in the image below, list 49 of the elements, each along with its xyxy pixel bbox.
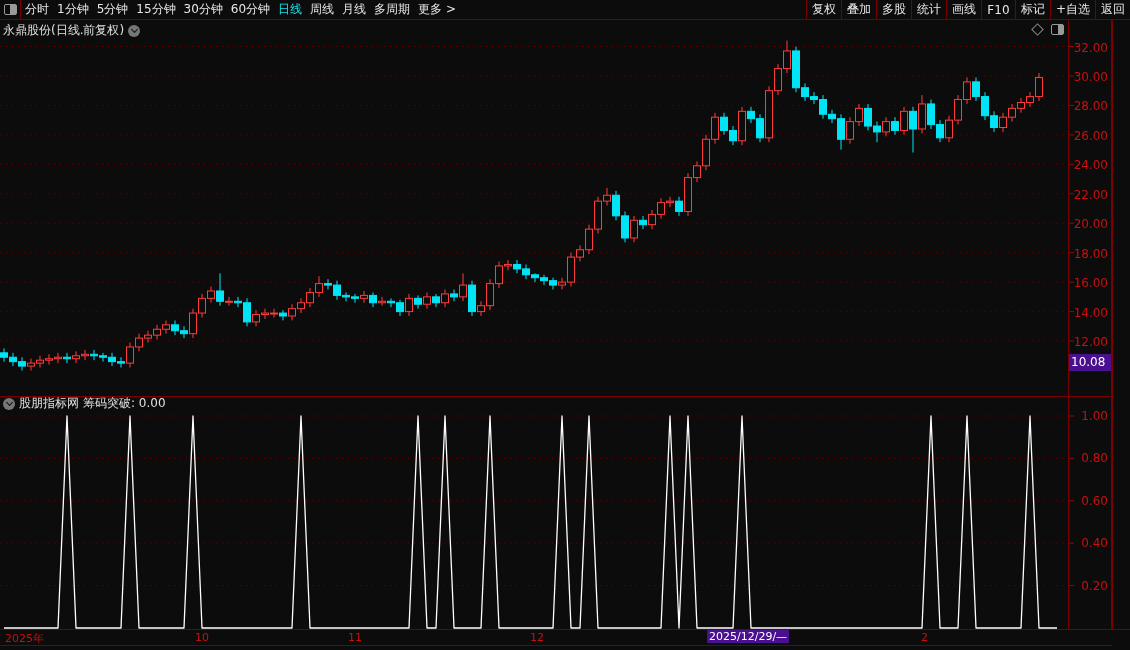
toolbar-button[interactable]: 统计 — [910, 0, 946, 19]
price-label: 30.00 — [1073, 69, 1108, 84]
toolbar-button[interactable]: 返回 — [1095, 0, 1130, 19]
period-tab[interactable]: 60分钟 — [226, 0, 275, 19]
chart-title: 永鼎股份(日线.前复权) — [3, 22, 125, 39]
panel-toggle-icon[interactable] — [1050, 23, 1064, 35]
date-label: 11 — [348, 631, 362, 644]
period-tab[interactable]: 更多 > — [414, 0, 460, 19]
value-label: 0.60 — [1081, 493, 1108, 508]
price-label: 16.00 — [1073, 276, 1108, 291]
date-label: 12 — [530, 631, 544, 644]
value-label: 0.80 — [1081, 451, 1108, 466]
price-label: 12.00 — [1073, 335, 1108, 350]
period-tab[interactable]: 1分钟 — [53, 0, 93, 19]
value-label: 1.00 — [1081, 409, 1108, 423]
toolbar-button[interactable]: +自选 — [1049, 0, 1095, 19]
period-tab[interactable]: 日线 — [274, 0, 307, 19]
period-tab[interactable]: 周线 — [306, 0, 339, 19]
price-label: 22.00 — [1073, 187, 1108, 202]
toolbar-button[interactable]: 标记 — [1014, 0, 1050, 19]
cursor-date-label: 2025/12/29/— — [707, 630, 790, 643]
dropdown-icon[interactable] — [3, 397, 15, 410]
dropdown-icon[interactable] — [128, 24, 141, 37]
value-label: 0.40 — [1081, 536, 1108, 551]
date-label: 2 — [921, 631, 928, 644]
price-label: 26.00 — [1073, 128, 1108, 143]
value-label: 0.20 — [1081, 578, 1108, 593]
toolbar-button[interactable]: 画线 — [945, 0, 981, 19]
period-tab[interactable]: 多周期 — [370, 0, 415, 19]
period-tab[interactable]: 15分钟 — [132, 0, 180, 19]
indicator-title: 股朋指标网 — [19, 397, 79, 410]
price-label: 24.00 — [1073, 158, 1108, 173]
toolbar-button[interactable]: F10 — [980, 0, 1015, 19]
price-label: 20.00 — [1073, 217, 1108, 232]
period-tab[interactable]: 月线 — [338, 0, 371, 19]
toolbar-button[interactable]: 叠加 — [840, 0, 876, 19]
period-tab[interactable]: 分时 — [21, 0, 53, 19]
indicator-reading: 筹码突破: 0.00 — [83, 397, 166, 410]
date-label: 2025年 — [5, 631, 44, 646]
toolbar-button[interactable]: 复权 — [805, 0, 841, 19]
cursor-price-label: 10.08 — [1069, 354, 1111, 371]
period-tab[interactable]: 5分钟 — [92, 0, 133, 19]
price-label: 28.00 — [1073, 99, 1108, 114]
toolbar-button[interactable]: 多股 — [875, 0, 911, 19]
price-label: 18.00 — [1073, 246, 1108, 261]
period-tab[interactable]: 30分钟 — [179, 0, 227, 19]
price-label: 32.00 — [1073, 40, 1108, 55]
date-label: 10 — [195, 631, 209, 644]
price-label: 14.00 — [1073, 305, 1108, 320]
